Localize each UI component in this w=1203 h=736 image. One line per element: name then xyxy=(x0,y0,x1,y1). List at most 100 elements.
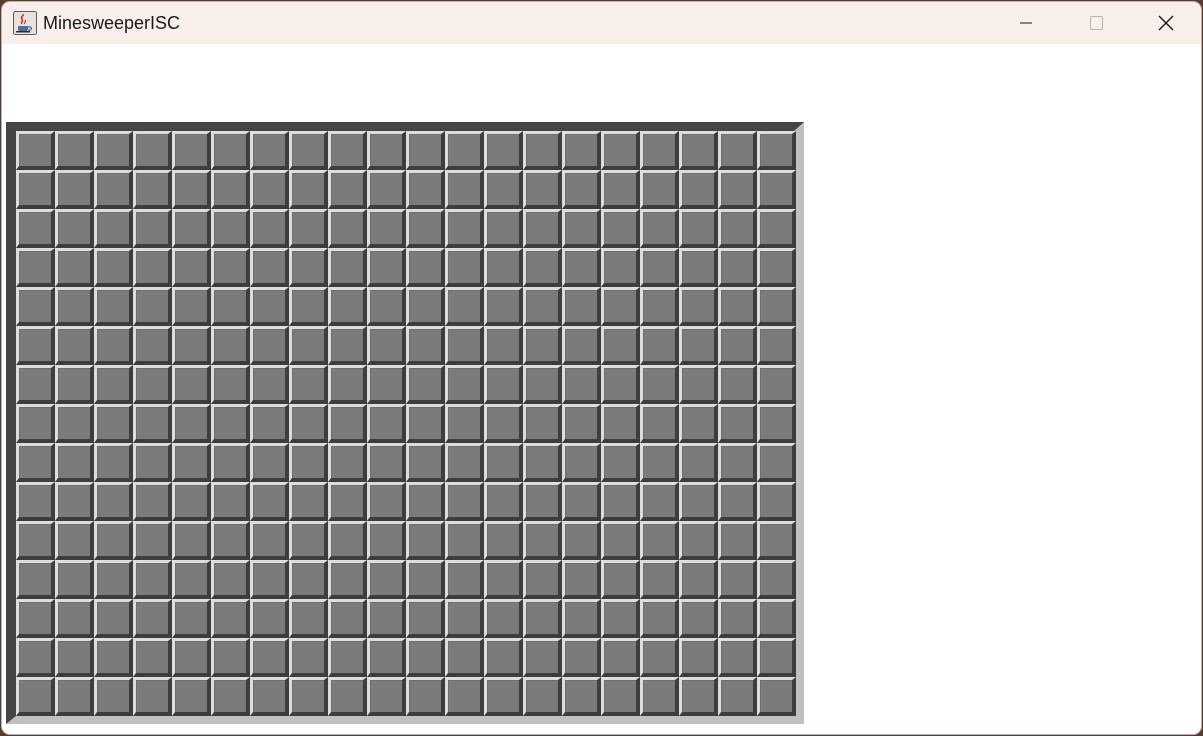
minefield-cell[interactable] xyxy=(484,209,523,248)
minefield-cell[interactable] xyxy=(679,209,718,248)
minefield-cell[interactable] xyxy=(211,326,250,365)
minefield-cell[interactable] xyxy=(523,443,562,482)
minefield-cell[interactable] xyxy=(406,170,445,209)
minefield-cell[interactable] xyxy=(757,248,796,287)
minefield-cell[interactable] xyxy=(445,131,484,170)
minefield-cell[interactable] xyxy=(445,404,484,443)
minefield-cell[interactable] xyxy=(640,521,679,560)
minefield-cell[interactable] xyxy=(16,521,55,560)
minefield-cell[interactable] xyxy=(523,287,562,326)
minefield-cell[interactable] xyxy=(211,560,250,599)
minefield-cell[interactable] xyxy=(445,677,484,716)
minefield-cell[interactable] xyxy=(211,482,250,521)
minefield-cell[interactable] xyxy=(328,209,367,248)
minefield-cell[interactable] xyxy=(445,482,484,521)
minefield-cell[interactable] xyxy=(406,599,445,638)
minefield-cell[interactable] xyxy=(523,560,562,599)
minefield-cell[interactable] xyxy=(250,170,289,209)
minefield-cell[interactable] xyxy=(328,170,367,209)
minefield-cell[interactable] xyxy=(718,248,757,287)
minefield-cell[interactable] xyxy=(172,443,211,482)
minefield-cell[interactable] xyxy=(367,677,406,716)
title-bar[interactable]: MinesweeperISC xyxy=(2,2,1201,44)
minefield-cell[interactable] xyxy=(679,521,718,560)
minefield-cell[interactable] xyxy=(133,248,172,287)
minefield-cell[interactable] xyxy=(601,365,640,404)
minefield-cell[interactable] xyxy=(679,326,718,365)
minefield-cell[interactable] xyxy=(757,560,796,599)
minefield-cell[interactable] xyxy=(484,560,523,599)
minefield-cell[interactable] xyxy=(172,599,211,638)
minefield-cell[interactable] xyxy=(211,521,250,560)
minefield-cell[interactable] xyxy=(328,131,367,170)
minefield-cell[interactable] xyxy=(562,443,601,482)
minefield-cell[interactable] xyxy=(133,638,172,677)
minefield-cell[interactable] xyxy=(328,365,367,404)
minefield-cell[interactable] xyxy=(172,482,211,521)
minefield-cell[interactable] xyxy=(718,326,757,365)
minefield-cell[interactable] xyxy=(250,638,289,677)
minefield-cell[interactable] xyxy=(562,326,601,365)
minefield-cell[interactable] xyxy=(16,170,55,209)
minefield-cell[interactable] xyxy=(406,287,445,326)
minefield-cell[interactable] xyxy=(445,170,484,209)
minefield-cell[interactable] xyxy=(679,599,718,638)
minefield-cell[interactable] xyxy=(640,677,679,716)
minefield-cell[interactable] xyxy=(757,326,796,365)
minefield-cell[interactable] xyxy=(640,287,679,326)
minefield-cell[interactable] xyxy=(16,599,55,638)
minefield-cell[interactable] xyxy=(289,677,328,716)
minefield-cell[interactable] xyxy=(55,404,94,443)
minefield-cell[interactable] xyxy=(250,560,289,599)
minefield-cell[interactable] xyxy=(250,521,289,560)
minefield-cell[interactable] xyxy=(250,482,289,521)
minefield-cell[interactable] xyxy=(406,131,445,170)
minefield-cell[interactable] xyxy=(289,287,328,326)
minefield-cell[interactable] xyxy=(289,170,328,209)
minefield-cell[interactable] xyxy=(757,638,796,677)
minefield-cell[interactable] xyxy=(55,599,94,638)
minefield-cell[interactable] xyxy=(328,560,367,599)
minefield-cell[interactable] xyxy=(718,638,757,677)
minefield-cell[interactable] xyxy=(367,443,406,482)
minefield-cell[interactable] xyxy=(757,677,796,716)
minefield-cell[interactable] xyxy=(55,677,94,716)
minefield-cell[interactable] xyxy=(445,248,484,287)
minefield-cell[interactable] xyxy=(484,482,523,521)
minefield-cell[interactable] xyxy=(211,677,250,716)
minefield-cell[interactable] xyxy=(523,677,562,716)
minefield-cell[interactable] xyxy=(523,638,562,677)
minefield-cell[interactable] xyxy=(133,365,172,404)
maximize-button[interactable] xyxy=(1061,2,1131,44)
minefield-cell[interactable] xyxy=(367,638,406,677)
minefield-cell[interactable] xyxy=(250,209,289,248)
minefield-cell[interactable] xyxy=(718,443,757,482)
minefield-cell[interactable] xyxy=(406,326,445,365)
minefield-cell[interactable] xyxy=(94,326,133,365)
minefield-cell[interactable] xyxy=(250,677,289,716)
minefield-cell[interactable] xyxy=(328,482,367,521)
minefield-cell[interactable] xyxy=(16,365,55,404)
minefield-cell[interactable] xyxy=(250,287,289,326)
minefield-cell[interactable] xyxy=(640,443,679,482)
minefield-cell[interactable] xyxy=(16,248,55,287)
minefield-cell[interactable] xyxy=(55,287,94,326)
minefield-cell[interactable] xyxy=(484,131,523,170)
minefield-cell[interactable] xyxy=(523,482,562,521)
minefield-cell[interactable] xyxy=(55,521,94,560)
minefield-cell[interactable] xyxy=(172,287,211,326)
minefield-cell[interactable] xyxy=(211,131,250,170)
minefield-cell[interactable] xyxy=(718,677,757,716)
minefield-cell[interactable] xyxy=(484,638,523,677)
minefield-cell[interactable] xyxy=(289,560,328,599)
minefield-cell[interactable] xyxy=(406,521,445,560)
minefield-cell[interactable] xyxy=(289,599,328,638)
minefield-cell[interactable] xyxy=(133,482,172,521)
minefield-cell[interactable] xyxy=(55,170,94,209)
minefield-cell[interactable] xyxy=(328,677,367,716)
minefield-cell[interactable] xyxy=(211,365,250,404)
minefield-cell[interactable] xyxy=(718,482,757,521)
minefield-cell[interactable] xyxy=(94,365,133,404)
close-button[interactable] xyxy=(1131,2,1201,44)
minefield-cell[interactable] xyxy=(55,443,94,482)
